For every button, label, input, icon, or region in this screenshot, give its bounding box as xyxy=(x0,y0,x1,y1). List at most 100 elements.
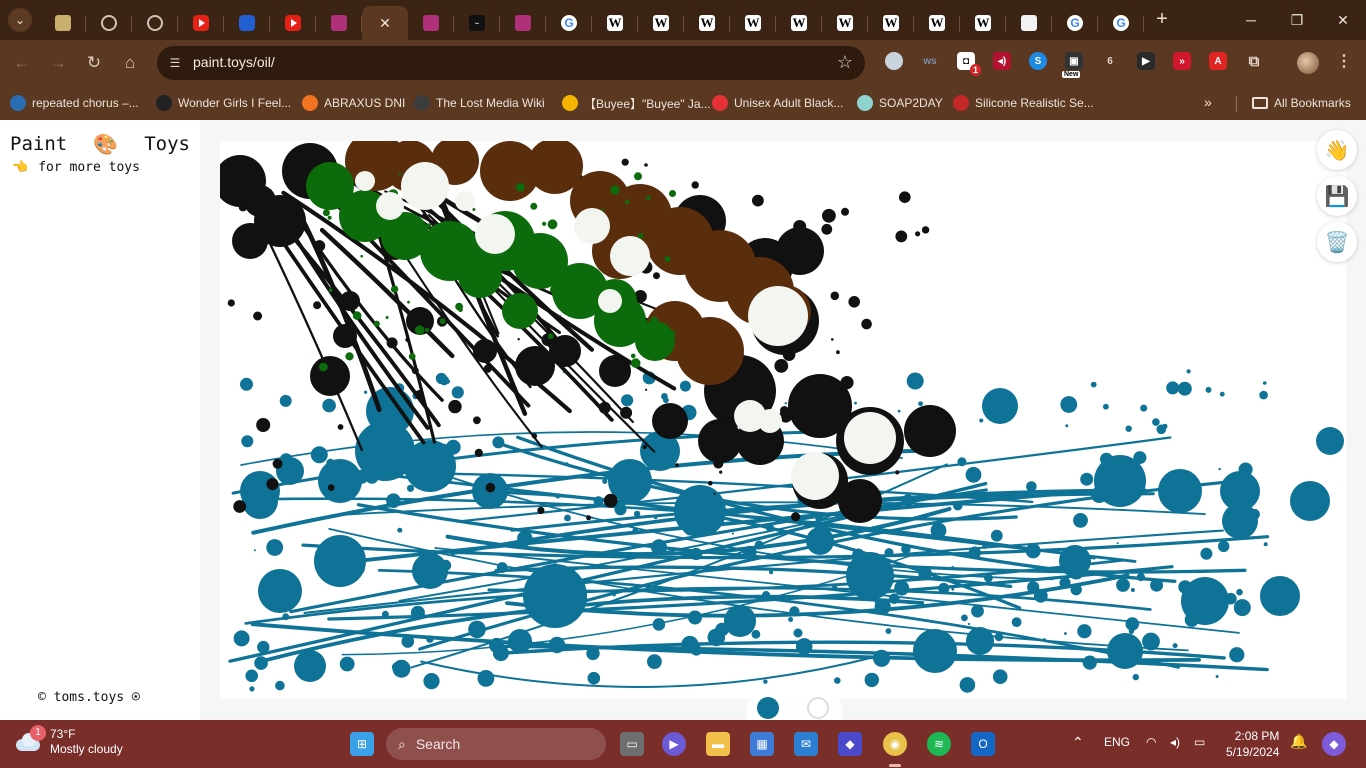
google-icon: G xyxy=(561,15,577,31)
tab[interactable]: W xyxy=(638,6,684,40)
wifi-icon[interactable]: ◠ xyxy=(1146,735,1156,749)
bookmark-item[interactable]: Silicone Realistic Se... xyxy=(953,93,1094,113)
task-view-icon[interactable]: ▭ xyxy=(620,732,644,756)
forward-button[interactable]: → xyxy=(46,51,70,75)
bookmark-item[interactable]: repeated chorus –... xyxy=(10,93,139,113)
bookmark-item[interactable]: Wonder Girls I Feel... xyxy=(156,93,291,113)
restore-button[interactable]: ❐ xyxy=(1274,0,1320,40)
meet-icon[interactable]: ▶ xyxy=(662,732,686,756)
bookmark-item[interactable]: 【Buyee】"Buyee" Ja... xyxy=(562,93,711,113)
ws-extension-icon[interactable]: ws xyxy=(921,52,939,70)
paint-blob xyxy=(836,350,840,355)
shield-extension-icon[interactable] xyxy=(885,52,903,70)
tab[interactable] xyxy=(316,6,362,40)
paint-blob xyxy=(1128,628,1135,634)
copilot-icon[interactable]: ◆ xyxy=(838,732,862,756)
paint-blob xyxy=(789,606,800,617)
clock[interactable]: 2:08 PM 5/19/2024 xyxy=(1226,728,1279,760)
file-explorer-icon[interactable]: ▬ xyxy=(706,732,730,756)
tab[interactable] xyxy=(408,6,454,40)
notification-bell-icon[interactable]: 🔔 xyxy=(1290,733,1307,750)
paint-blob xyxy=(392,659,411,678)
tab[interactable] xyxy=(270,6,316,40)
tab[interactable]: W xyxy=(960,6,1006,40)
tab[interactable] xyxy=(40,6,86,40)
paint-canvas-svg[interactable] xyxy=(220,141,1346,699)
close-icon[interactable]: ✕ xyxy=(379,15,391,32)
bookmarks-overflow-button[interactable]: » xyxy=(1204,94,1212,110)
sound-extension-icon[interactable]: ◂) xyxy=(993,52,1011,70)
tab[interactable] xyxy=(86,6,132,40)
close-window-button[interactable]: ✕ xyxy=(1320,0,1366,40)
shazam-extension-icon[interactable]: S xyxy=(1029,52,1047,70)
tab[interactable] xyxy=(224,6,270,40)
volume-icon[interactable]: ◂) xyxy=(1170,735,1180,749)
paint-canvas[interactable] xyxy=(220,141,1346,699)
trash-button[interactable]: 🗑️ xyxy=(1317,222,1357,262)
tab[interactable] xyxy=(178,6,224,40)
store-icon[interactable]: ▦ xyxy=(750,732,774,756)
tab[interactable] xyxy=(132,6,178,40)
battery-icon[interactable]: ▭ xyxy=(1194,735,1205,749)
site-info-icon[interactable]: ☰ xyxy=(167,55,183,71)
paint-blob xyxy=(439,443,449,453)
back-button[interactable]: ← xyxy=(10,51,34,75)
tab[interactable]: G xyxy=(1052,6,1098,40)
double-arrow-extension-icon[interactable]: » xyxy=(1173,52,1191,70)
mail-icon[interactable]: ✉ xyxy=(794,732,818,756)
tab[interactable]: W xyxy=(776,6,822,40)
video-extension-icon[interactable]: ▶ xyxy=(1137,52,1155,70)
address-bar[interactable]: ☰ paint.toys/oil/ ☆ xyxy=(157,46,865,80)
paint-blob xyxy=(637,233,644,239)
more-toys-link[interactable]: 👈 for more toys xyxy=(12,160,140,175)
white-color-swatch[interactable] xyxy=(807,697,829,719)
pdf-extension-icon[interactable]: A xyxy=(1209,52,1227,70)
bookmark-item[interactable]: The Lost Media Wiki xyxy=(414,93,545,113)
paint-blob xyxy=(679,380,691,392)
new-extension-icon[interactable]: ▣ New xyxy=(1062,52,1083,78)
paint-blob xyxy=(1011,617,1022,627)
home-button[interactable]: ⌂ xyxy=(118,51,142,75)
tab[interactable]: G xyxy=(546,6,592,40)
extension-with-badge-icon[interactable]: ◘ 1 xyxy=(957,52,981,76)
tab-search-menu-button[interactable]: ⌄ xyxy=(8,8,32,32)
browser-menu-icon[interactable]: ⋮ xyxy=(1335,52,1353,70)
chrome-icon[interactable]: ◉ xyxy=(883,732,907,756)
copilot-pre-icon[interactable]: ◆ xyxy=(1322,732,1346,756)
start-windows-icon[interactable]: ⊞ xyxy=(350,732,374,756)
tray-overflow-icon[interactable]: ⌃ xyxy=(1072,734,1084,751)
outlook-icon[interactable]: O xyxy=(971,732,995,756)
bookmark-item[interactable]: SOAP2DAY xyxy=(857,93,943,113)
minimize-button[interactable]: ─ xyxy=(1228,0,1274,40)
extensions-puzzle-icon[interactable]: ⧉ xyxy=(1245,52,1263,70)
brand-title[interactable]: Paint 🎨 Toys xyxy=(10,132,190,156)
new-tab-button[interactable]: + xyxy=(1152,9,1172,29)
tab[interactable]: W xyxy=(868,6,914,40)
profile-avatar[interactable] xyxy=(1297,52,1319,74)
blue-color-swatch[interactable] xyxy=(757,697,779,719)
bookmark-item[interactable]: ABRAXUS DNI xyxy=(302,93,405,113)
paint-blob xyxy=(1200,547,1213,560)
bookmark-star-icon[interactable]: ☆ xyxy=(837,52,853,73)
taskbar-search[interactable]: ⌕ Search xyxy=(386,728,606,760)
tab[interactable]: W xyxy=(914,6,960,40)
language-indicator[interactable]: ENG xyxy=(1104,735,1130,749)
url-text[interactable]: paint.toys/oil/ xyxy=(193,54,275,70)
tab[interactable]: W xyxy=(730,6,776,40)
tab[interactable]: W xyxy=(592,6,638,40)
all-bookmarks-button[interactable]: All Bookmarks xyxy=(1252,93,1351,113)
spotify-icon[interactable]: ≋ xyxy=(927,732,951,756)
bookmark-item[interactable]: Unisex Adult Black... xyxy=(712,93,843,113)
tab[interactable]: W xyxy=(822,6,868,40)
tab[interactable]: W xyxy=(684,6,730,40)
reload-button[interactable]: ↻ xyxy=(82,51,106,75)
copyright-text[interactable]: © toms.toys ⍟ xyxy=(38,690,140,705)
save-button[interactable]: 💾 xyxy=(1317,176,1357,216)
tab[interactable]: ~ xyxy=(454,6,500,40)
wave-hand-button[interactable]: 👋 xyxy=(1317,130,1357,170)
tab[interactable] xyxy=(500,6,546,40)
extension-6-icon[interactable]: 6 xyxy=(1101,52,1119,70)
tab-active[interactable]: ✕ xyxy=(362,6,408,40)
tab[interactable]: G xyxy=(1098,6,1144,40)
tab[interactable] xyxy=(1006,6,1052,40)
